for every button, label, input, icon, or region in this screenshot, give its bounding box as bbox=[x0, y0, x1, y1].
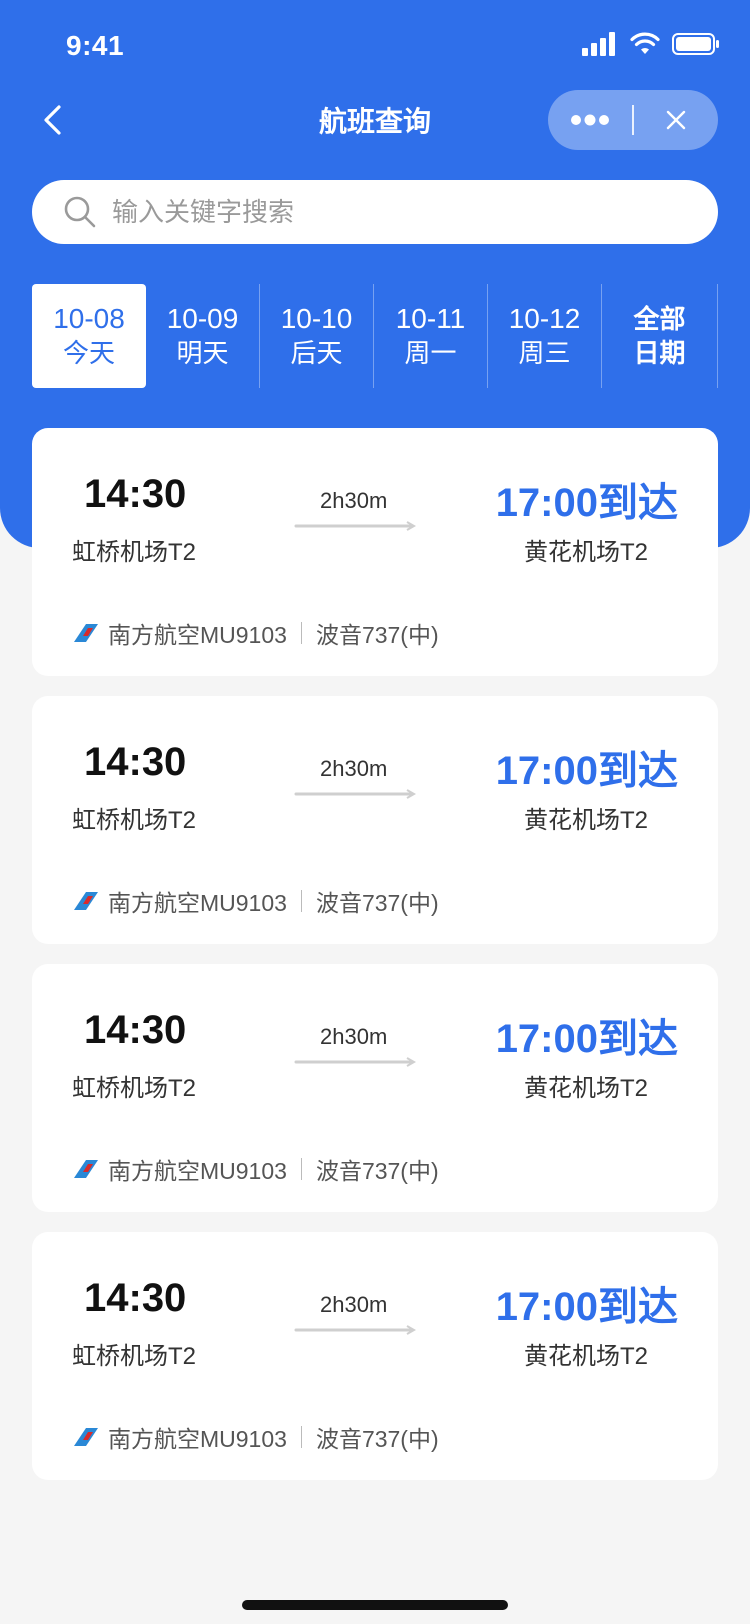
flight-duration: 2h30m bbox=[320, 1292, 388, 1317]
departure-airport: 虹桥机场T2 bbox=[72, 1343, 197, 1370]
divider bbox=[300, 1158, 302, 1180]
arrival-airport: 黄花机场T2 bbox=[523, 1343, 648, 1370]
date-tab-label: 今天 bbox=[62, 338, 115, 368]
departure-airport: 虹桥机场T2 bbox=[72, 1075, 197, 1102]
flight-card[interactable]: 14:30 虹桥机场T2 2h30m 17:00到达 黄花机场T2 南方航空MU… bbox=[32, 1232, 718, 1480]
china-southern-logo-icon bbox=[74, 1428, 98, 1446]
divider bbox=[300, 622, 302, 644]
nav-bar: 航班查询 bbox=[0, 88, 750, 152]
flight-card[interactable]: 14:30 虹桥机场T2 2h30m 17:00到达 黄花机场T2 南方航空MU… bbox=[32, 428, 718, 676]
departure-time: 14:30 bbox=[84, 472, 187, 516]
date-tab-all-dates[interactable]: 全部 日期 bbox=[602, 284, 718, 388]
arrival-airport: 黄花机场T2 bbox=[523, 1075, 648, 1102]
airline-info: 南方航空MU9103 波音737(中) bbox=[72, 1420, 439, 1454]
arrow-right-icon bbox=[294, 1057, 417, 1067]
departure-time: 14:30 bbox=[84, 1276, 187, 1320]
home-indicator[interactable] bbox=[242, 1600, 508, 1610]
arrival-airport: 黄花机场T2 bbox=[523, 807, 648, 834]
departure-time: 14:30 bbox=[84, 740, 187, 784]
date-tabs: 10-08 今天 10-09 明天 10-10 后天 10-11 周一 10-1… bbox=[32, 284, 718, 388]
date-tab-date: 全部 bbox=[633, 304, 686, 334]
airline-flight-number: 南方航空MU9103 bbox=[108, 890, 287, 916]
airline-info: 南方航空MU9103 波音737(中) bbox=[72, 1152, 439, 1186]
flight-list: 14:30 虹桥机场T2 2h30m 17:00到达 黄花机场T2 南方航空MU… bbox=[32, 428, 718, 1500]
date-tab-label: 日期 bbox=[633, 338, 686, 368]
flight-card[interactable]: 14:30 虹桥机场T2 2h30m 17:00到达 黄花机场T2 南方航空MU… bbox=[32, 696, 718, 944]
airline-info: 南方航空MU9103 波音737(中) bbox=[72, 884, 439, 918]
date-tab-date: 10-12 bbox=[508, 303, 581, 334]
search-input[interactable] bbox=[112, 196, 672, 228]
china-southern-logo-icon bbox=[74, 892, 98, 910]
search-icon bbox=[64, 196, 96, 228]
aircraft-type: 波音737(中) bbox=[315, 1426, 439, 1452]
date-tab-label: 后天 bbox=[290, 338, 343, 368]
date-tab-label: 周一 bbox=[404, 338, 457, 368]
date-tab-10-11[interactable]: 10-11 周一 bbox=[374, 284, 488, 388]
flight-duration: 2h30m bbox=[320, 1024, 388, 1049]
flight-card[interactable]: 14:30 虹桥机场T2 2h30m 17:00到达 黄花机场T2 南方航空MU… bbox=[32, 964, 718, 1212]
arrival-time: 17:00到达 bbox=[495, 1017, 678, 1061]
date-tab-10-12[interactable]: 10-12 周三 bbox=[488, 284, 602, 388]
signal-icon bbox=[582, 32, 615, 56]
close-button[interactable] bbox=[634, 90, 718, 150]
status-bar: 9:41 bbox=[0, 0, 750, 92]
date-tab-label: 明天 bbox=[176, 338, 229, 368]
airline-flight-number: 南方航空MU9103 bbox=[108, 1158, 287, 1184]
date-tab-label: 周三 bbox=[518, 338, 571, 368]
arrival-time: 17:00到达 bbox=[495, 1285, 678, 1329]
china-southern-logo-icon bbox=[74, 624, 98, 642]
mini-program-capsule bbox=[548, 90, 718, 150]
flight-duration: 2h30m bbox=[320, 488, 388, 513]
airline-flight-number: 南方航空MU9103 bbox=[108, 622, 287, 648]
date-tab-date: 10-11 bbox=[395, 303, 466, 334]
departure-airport: 虹桥机场T2 bbox=[72, 539, 197, 566]
aircraft-type: 波音737(中) bbox=[315, 890, 439, 916]
wifi-icon bbox=[630, 32, 660, 54]
more-button[interactable] bbox=[548, 90, 632, 150]
divider bbox=[300, 890, 302, 912]
departure-time: 14:30 bbox=[84, 1008, 187, 1052]
aircraft-type: 波音737(中) bbox=[315, 622, 439, 648]
date-tab-date: 10-09 bbox=[166, 303, 239, 334]
screen: 9:41 航班查询 输入关键字搜索 10-08 今天 10-09 明天 10-1… bbox=[0, 0, 750, 1624]
date-tab-date: 10-10 bbox=[280, 303, 353, 334]
airline-info: 南方航空MU9103 波音737(中) bbox=[72, 616, 439, 650]
divider bbox=[300, 1426, 302, 1448]
close-icon bbox=[666, 110, 686, 130]
date-tab-10-09[interactable]: 10-09 明天 bbox=[146, 284, 260, 388]
status-time: 9:41 bbox=[66, 30, 125, 61]
arrival-time: 17:00到达 bbox=[495, 481, 678, 525]
departure-airport: 虹桥机场T2 bbox=[72, 807, 197, 834]
search-bar[interactable] bbox=[32, 180, 718, 244]
china-southern-logo-icon bbox=[74, 1160, 98, 1178]
date-tab-10-10[interactable]: 10-10 后天 bbox=[260, 284, 374, 388]
airline-flight-number: 南方航空MU9103 bbox=[108, 1426, 287, 1452]
arrow-right-icon bbox=[294, 789, 417, 799]
arrival-airport: 黄花机场T2 bbox=[523, 539, 648, 566]
date-tab-10-08[interactable]: 10-08 今天 bbox=[32, 284, 146, 388]
status-icons bbox=[582, 32, 720, 56]
aircraft-type: 波音737(中) bbox=[315, 1158, 439, 1184]
battery-icon bbox=[672, 33, 719, 55]
date-tab-date: 10-08 bbox=[53, 303, 125, 334]
flight-duration: 2h30m bbox=[320, 756, 388, 781]
more-dots-icon bbox=[571, 114, 609, 126]
arrow-right-icon bbox=[294, 1325, 417, 1335]
arrow-right-icon bbox=[294, 521, 417, 531]
arrival-time: 17:00到达 bbox=[495, 749, 678, 793]
